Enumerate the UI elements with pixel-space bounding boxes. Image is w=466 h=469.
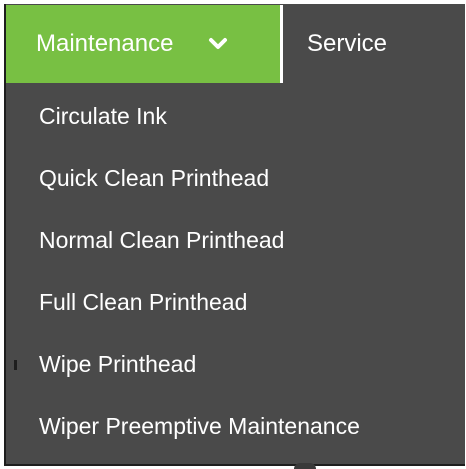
tab-service-label: Service bbox=[307, 30, 388, 57]
menu-item-circulate-ink[interactable]: Circulate Ink bbox=[6, 85, 465, 147]
left-edge-mark bbox=[14, 360, 17, 370]
menu-item-wiper-preemptive-maintenance[interactable]: Wiper Preemptive Maintenance bbox=[6, 395, 465, 457]
tab-maintenance[interactable]: Maintenance bbox=[6, 5, 280, 83]
maintenance-dropdown-menu: Circulate Ink Quick Clean Printhead Norm… bbox=[6, 83, 465, 464]
menu-item-wipe-printhead[interactable]: Wipe Printhead bbox=[6, 333, 465, 395]
chevron-down-icon[interactable] bbox=[207, 33, 229, 55]
navbar: Maintenance Service bbox=[6, 5, 465, 83]
tab-maintenance-label: Maintenance bbox=[36, 30, 174, 57]
tab-service[interactable]: Service bbox=[283, 5, 465, 83]
menu-item-full-clean-printhead[interactable]: Full Clean Printhead bbox=[6, 271, 465, 333]
menu-item-quick-clean-printhead[interactable]: Quick Clean Printhead bbox=[6, 147, 465, 209]
background-shape bbox=[294, 463, 316, 469]
menu-item-normal-clean-printhead[interactable]: Normal Clean Printhead bbox=[6, 209, 465, 271]
